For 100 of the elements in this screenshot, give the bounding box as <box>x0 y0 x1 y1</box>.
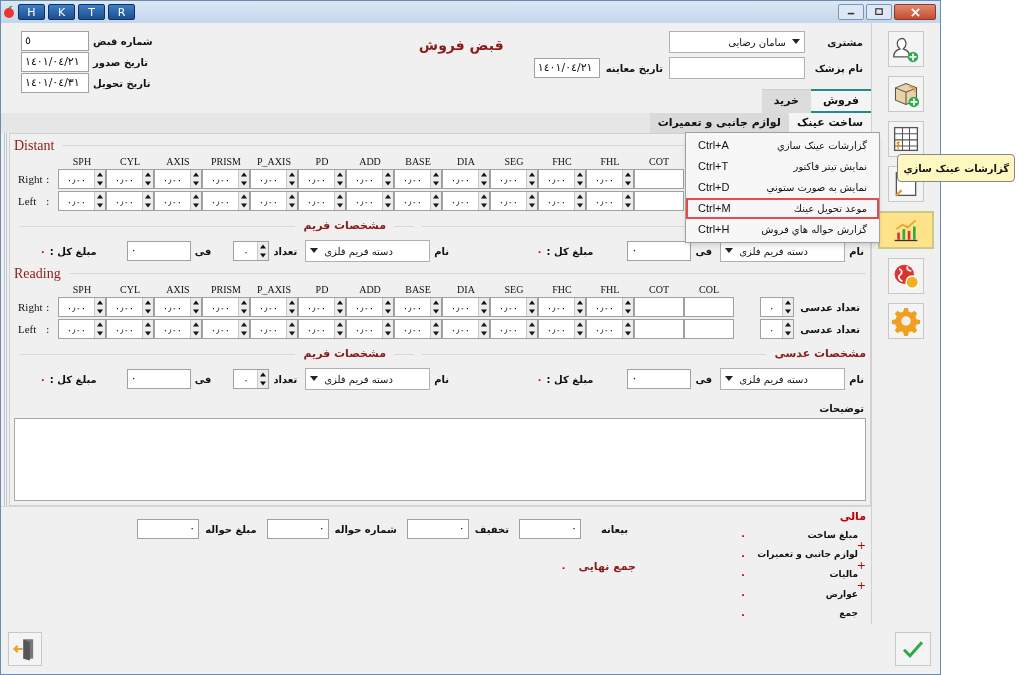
price-field[interactable]: ٠ <box>126 369 191 389</box>
toolbar-button[interactable] <box>888 76 924 112</box>
amount-field[interactable]: ٠ <box>137 519 200 539</box>
spin-buttons[interactable] <box>430 298 441 316</box>
price-field[interactable]: ٠ <box>627 241 692 261</box>
spinner-field[interactable]: ٠٫٠٠ <box>538 191 586 211</box>
spinner-field[interactable]: ٠٫٠٠ <box>106 169 154 189</box>
spinner-field[interactable]: ٠٫٠٠ <box>202 191 250 211</box>
amount-field[interactable]: ٠ <box>266 519 329 539</box>
spin-buttons[interactable] <box>334 298 345 316</box>
spinner-field[interactable]: ٠٫٠٠ <box>490 319 538 339</box>
tab[interactable]: فروش <box>810 89 871 113</box>
spinner-field[interactable]: ٠٫٠٠ <box>346 297 394 317</box>
amount-field[interactable]: ٠ <box>406 519 469 539</box>
spin-buttons[interactable] <box>574 192 585 210</box>
title-bar-button[interactable]: K <box>48 4 75 20</box>
spinner-field[interactable]: ٠٫٠٠ <box>442 319 490 339</box>
text-field[interactable] <box>634 297 684 317</box>
spin-buttons[interactable] <box>142 192 153 210</box>
spin-buttons[interactable] <box>574 298 585 316</box>
toolbar-button[interactable] <box>888 121 924 157</box>
spin-buttons[interactable] <box>782 320 794 338</box>
text-field[interactable] <box>684 297 734 317</box>
spin-buttons[interactable] <box>574 320 585 338</box>
spinner-field[interactable]: ٠٫٠٠ <box>586 297 634 317</box>
spinner-field[interactable]: ٠٫٠٠ <box>442 297 490 317</box>
spinner-field[interactable]: ٠٫٠٠ <box>154 169 202 189</box>
spin-buttons[interactable] <box>190 298 201 316</box>
spinner-field[interactable]: ٠ <box>233 241 270 261</box>
text-field[interactable] <box>684 319 734 339</box>
spin-buttons[interactable] <box>142 298 153 316</box>
text-field[interactable] <box>634 169 684 189</box>
spinner-field[interactable]: ٠٫٠٠ <box>250 169 298 189</box>
spin-buttons[interactable] <box>382 298 393 316</box>
spinner-field[interactable]: ٠٫٠٠ <box>586 319 634 339</box>
spin-buttons[interactable] <box>94 320 105 338</box>
customer-dropdown[interactable]: سامان رضایی <box>669 31 805 53</box>
spin-buttons[interactable] <box>190 192 201 210</box>
price-field[interactable]: ٠ <box>627 369 692 389</box>
spinner-field[interactable]: ٠٫٠٠ <box>58 169 106 189</box>
spin-buttons[interactable] <box>190 320 201 338</box>
spin-buttons[interactable] <box>334 320 345 338</box>
spinner-field[interactable]: ٠٫٠٠ <box>346 191 394 211</box>
spin-buttons[interactable] <box>382 192 393 210</box>
close-button[interactable] <box>894 4 936 20</box>
spinner-field[interactable]: ٠٫٠٠ <box>58 319 106 339</box>
spinner-field[interactable]: ٠٫٠٠ <box>586 191 634 211</box>
spin-buttons[interactable] <box>190 170 201 188</box>
spin-buttons[interactable] <box>622 192 633 210</box>
spinner-field[interactable]: ٠٫٠٠ <box>538 297 586 317</box>
spin-buttons[interactable] <box>94 170 105 188</box>
spin-buttons[interactable] <box>526 320 537 338</box>
spinner-field[interactable]: ٠٫٠٠ <box>106 297 154 317</box>
dropdown-field[interactable]: دسته فریم فلزی <box>720 368 846 390</box>
spinner-field[interactable]: ٠٫٠٠ <box>394 297 442 317</box>
spin-buttons[interactable] <box>430 192 441 210</box>
spin-buttons[interactable] <box>286 298 297 316</box>
spin-buttons[interactable] <box>334 192 345 210</box>
spinner-field[interactable]: ٠ <box>760 319 795 339</box>
doctor-field[interactable] <box>669 57 805 79</box>
spin-buttons[interactable] <box>286 170 297 188</box>
spinner-field[interactable]: ٠٫٠٠ <box>298 191 346 211</box>
spinner-field[interactable]: ٠٫٠٠ <box>250 191 298 211</box>
spinner-field[interactable]: ٠٫٠٠ <box>394 191 442 211</box>
spinner-field[interactable]: ٠٫٠٠ <box>490 297 538 317</box>
title-bar-button[interactable]: T <box>78 4 105 20</box>
receipt-number-field[interactable]: ٥ <box>21 31 89 51</box>
spin-buttons[interactable] <box>382 170 393 188</box>
spin-buttons[interactable] <box>238 192 249 210</box>
spinner-field[interactable]: ٠٫٠٠ <box>154 191 202 211</box>
spin-buttons[interactable] <box>782 298 794 316</box>
spin-buttons[interactable] <box>622 298 633 316</box>
spinner-field[interactable]: ٠٫٠٠ <box>298 319 346 339</box>
dropdown-field[interactable]: دسته فریم فلزی <box>305 368 431 390</box>
text-field[interactable] <box>634 191 684 211</box>
spinner-field[interactable]: ٠٫٠٠ <box>58 191 106 211</box>
spinner-field[interactable]: ٠٫٠٠ <box>154 297 202 317</box>
spin-buttons[interactable] <box>142 320 153 338</box>
spinner-field[interactable]: ٠٫٠٠ <box>106 191 154 211</box>
tab[interactable]: لوازم جانبی و تعمیرات <box>649 113 789 133</box>
tab[interactable]: خرید <box>761 89 811 113</box>
spinner-field[interactable]: ٠ <box>233 369 270 389</box>
spin-buttons[interactable] <box>238 298 249 316</box>
spinner-field[interactable]: ٠٫٠٠ <box>490 191 538 211</box>
spin-buttons[interactable] <box>526 170 537 188</box>
exit-button[interactable] <box>8 632 42 666</box>
confirm-button[interactable] <box>895 632 931 666</box>
spin-buttons[interactable] <box>257 242 269 260</box>
spinner-field[interactable]: ٠٫٠٠ <box>58 297 106 317</box>
spinner-field[interactable]: ٠٫٠٠ <box>250 297 298 317</box>
title-bar-button[interactable]: R <box>108 4 135 20</box>
dropdown-field[interactable]: دسته فریم فلزی <box>305 240 431 262</box>
tab[interactable]: ساخت عینک <box>788 113 871 133</box>
amount-field[interactable]: ٠ <box>518 519 581 539</box>
spinner-field[interactable]: ٠٫٠٠ <box>586 169 634 189</box>
spin-buttons[interactable] <box>526 192 537 210</box>
spin-buttons[interactable] <box>526 298 537 316</box>
spin-buttons[interactable] <box>94 298 105 316</box>
spin-buttons[interactable] <box>478 170 489 188</box>
spinner-field[interactable]: ٠٫٠٠ <box>106 319 154 339</box>
